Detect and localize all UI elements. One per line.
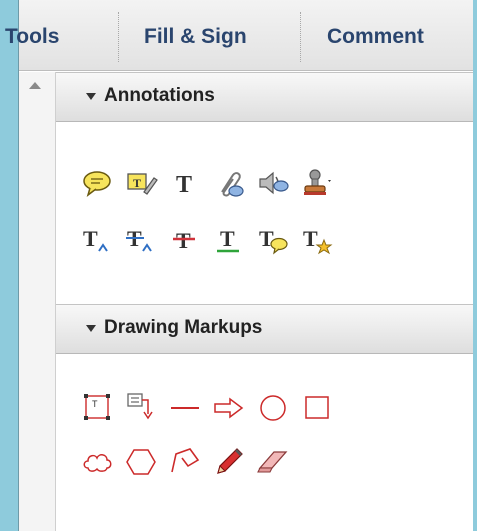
stamp-icon[interactable] — [300, 166, 334, 200]
comment-pane: Tools Fill & Sign Comment Annotations T … — [5, 0, 473, 531]
strikethrough-icon[interactable]: T — [168, 222, 202, 256]
tab-bar: Tools Fill & Sign Comment — [5, 0, 473, 71]
tab-divider — [300, 12, 301, 62]
insert-text-icon[interactable]: T — [80, 222, 114, 256]
svg-text:T: T — [220, 226, 235, 251]
replace-text-icon[interactable]: T — [124, 222, 158, 256]
eraser-icon[interactable] — [256, 444, 290, 478]
rectangle-icon[interactable] — [300, 390, 334, 424]
scroll-up-arrow-icon[interactable] — [29, 82, 41, 89]
oval-icon[interactable] — [256, 390, 290, 424]
text-callout-icon[interactable] — [124, 390, 158, 424]
cloud-icon[interactable] — [80, 444, 114, 478]
arrow-icon[interactable] — [212, 390, 246, 424]
text-box-icon[interactable]: T — [80, 390, 114, 424]
underline-icon[interactable]: T — [212, 222, 246, 256]
record-audio-icon[interactable] — [256, 166, 290, 200]
collapse-caret-icon[interactable] — [86, 93, 96, 100]
drawing-markups-header[interactable]: Drawing Markups — [56, 304, 473, 354]
section-title: Drawing Markups — [104, 317, 263, 338]
add-text-icon[interactable]: T — [168, 166, 202, 200]
highlight-text-icon[interactable]: T — [124, 166, 158, 200]
tab-comment[interactable]: Comment — [327, 22, 424, 52]
svg-text:T: T — [133, 176, 141, 190]
svg-text:T: T — [83, 226, 98, 251]
svg-text:T: T — [92, 399, 98, 409]
tab-fill-sign[interactable]: Fill & Sign — [144, 22, 247, 52]
svg-text:T: T — [303, 226, 318, 251]
attach-file-icon[interactable] — [212, 166, 246, 200]
line-icon[interactable] — [168, 390, 202, 424]
polygon-icon[interactable] — [124, 444, 158, 478]
collapse-caret-icon[interactable] — [86, 325, 96, 332]
comment-tools-panel: Annotations T T T T T T T T Drawing Mark… — [56, 72, 473, 531]
connected-lines-icon[interactable] — [168, 444, 202, 478]
sticky-note-icon[interactable] — [80, 166, 114, 200]
pencil-icon[interactable] — [212, 444, 246, 478]
text-correction-icon[interactable]: T — [300, 222, 334, 256]
text-comment-icon[interactable]: T — [256, 222, 290, 256]
tab-divider — [118, 12, 119, 62]
annotations-header[interactable]: Annotations — [56, 72, 473, 122]
svg-text:T: T — [176, 172, 192, 198]
section-title: Annotations — [104, 85, 215, 106]
svg-text:T: T — [176, 228, 191, 253]
vertical-scrollbar[interactable] — [19, 72, 56, 531]
tab-tools[interactable]: Tools — [5, 22, 59, 52]
